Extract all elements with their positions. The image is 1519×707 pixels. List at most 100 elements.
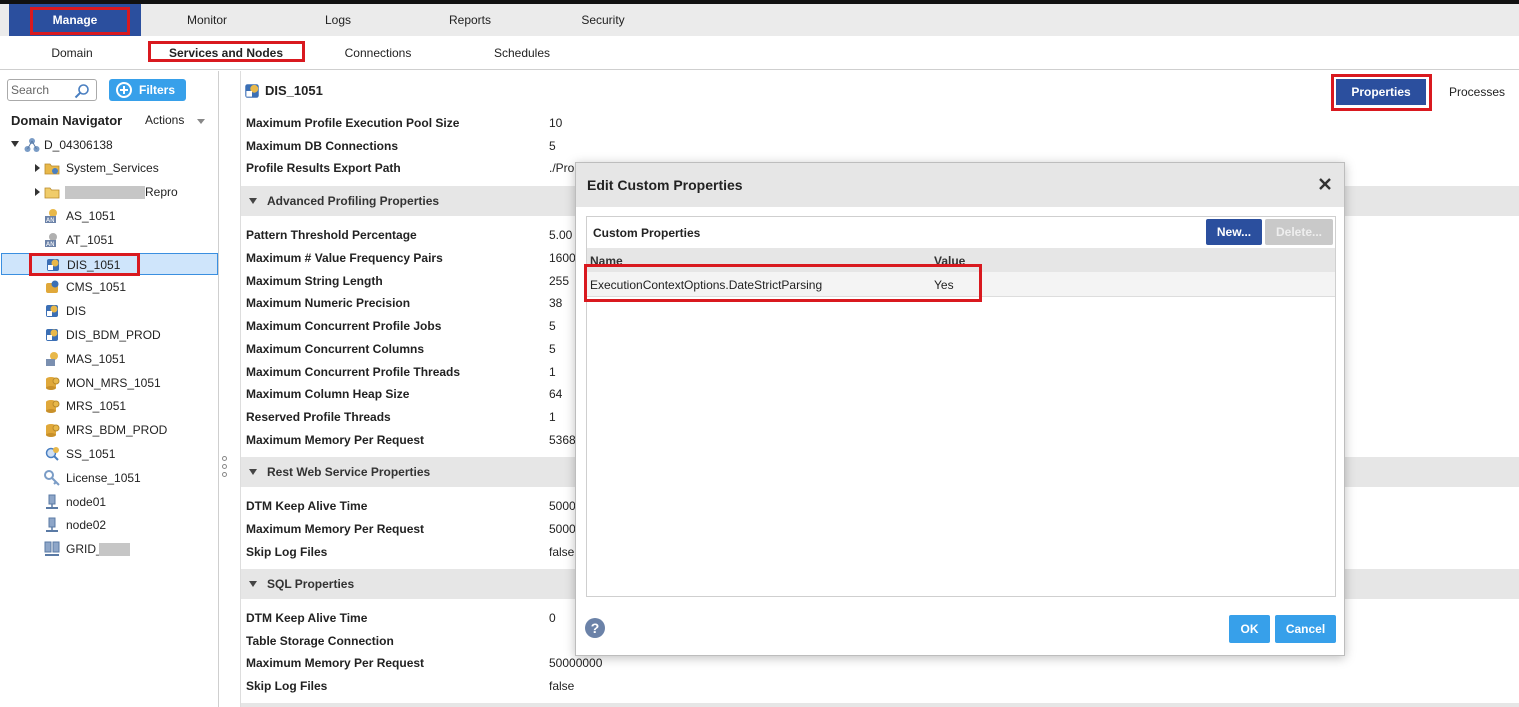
table-row[interactable]: ExecutionContextOptions.DateStrictParsin…	[587, 272, 1335, 297]
tree-item-dis-bdm-prod[interactable]: DIS_BDM_PROD	[0, 324, 219, 346]
tree-item-label: node02	[66, 518, 107, 532]
splitter-grip-dot	[222, 456, 227, 461]
column-header-name[interactable]: Name	[590, 254, 623, 268]
panel-title: Custom Properties	[593, 226, 701, 240]
tree-item-mrs-bdm-prod[interactable]: MRS_BDM_PROD	[0, 419, 219, 441]
property-name: Pattern Threshold Percentage	[246, 228, 417, 242]
property-name: Maximum Numeric Precision	[246, 296, 411, 310]
tree-item-node01[interactable]: node01	[0, 491, 219, 513]
property-name: Skip Log Files	[246, 679, 328, 693]
search-icon[interactable]	[74, 83, 90, 99]
close-icon[interactable]	[1318, 177, 1332, 191]
tree-item-license-1051[interactable]: License_1051	[0, 467, 219, 489]
tree-item-mon-mrs-1051[interactable]: MON_MRS_1051	[0, 372, 219, 394]
help-icon[interactable]: ?	[585, 618, 605, 638]
property-value: 10	[549, 116, 563, 130]
section-title: Advanced Profiling Properties	[267, 194, 440, 208]
property-value-cell: Yes	[934, 278, 954, 292]
tree-item-as-1051[interactable]: AN AS_1051	[0, 205, 219, 227]
sub-nav-bar: Domain Services and Nodes Connections Sc…	[0, 36, 1519, 70]
topnav-reports[interactable]: Reports	[405, 4, 535, 36]
property-value: 1	[549, 365, 556, 379]
property-value: 5368	[549, 433, 576, 447]
content-management-service-icon	[46, 280, 59, 293]
grid-icon	[44, 541, 60, 556]
svg-text:AN: AN	[46, 241, 55, 248]
property-value: 5	[549, 342, 556, 356]
redacted-text	[65, 186, 145, 199]
collapse-caret-icon	[249, 581, 257, 587]
delete-button[interactable]: Delete...	[1265, 219, 1333, 245]
tree-item-mrs-1051[interactable]: MRS_1051	[0, 395, 219, 417]
property-name: Maximum Profile Execution Pool Size	[246, 116, 460, 130]
new-button[interactable]: New...	[1206, 219, 1262, 245]
property-name: Table Storage Connection	[246, 634, 394, 648]
property-value: false	[549, 679, 575, 693]
top-nav-bar: Manage Monitor Logs Reports Security	[0, 4, 1519, 36]
property-value: 5000	[549, 522, 576, 536]
tab-processes[interactable]: Processes	[1449, 79, 1505, 105]
model-repository-service-icon	[46, 377, 60, 390]
tree-item-label: Repro	[145, 185, 178, 199]
property-value: ./Pro	[549, 161, 575, 175]
property-value: 5000	[549, 499, 576, 513]
tree-item-label: System_Services	[66, 161, 159, 175]
data-integration-service-icon	[47, 259, 59, 271]
tree-item-dis-1051[interactable]: DIS_1051	[1, 253, 218, 275]
dialog-title: Edit Custom Properties	[587, 177, 743, 193]
tab-properties[interactable]: Properties	[1336, 79, 1426, 105]
tree-item-grid[interactable]: GRID_	[0, 538, 219, 560]
tree-item-mas-1051[interactable]: MAS_1051	[0, 348, 219, 370]
subnav-schedules[interactable]: Schedules	[478, 36, 566, 70]
actions-menu-button[interactable]: Actions	[145, 113, 184, 127]
property-value: 38	[549, 296, 563, 310]
collapse-caret-icon	[249, 198, 257, 204]
tree-item-label: License_1051	[66, 471, 141, 485]
property-row: Maximum Profile Execution Pool Size 10	[246, 112, 1516, 134]
tree-item-domain[interactable]: D_04306138	[0, 134, 219, 156]
tree-item-repro-folder[interactable]: Repro	[0, 181, 219, 203]
subnav-domain[interactable]: Domain	[27, 36, 117, 70]
topnav-manage[interactable]: Manage	[9, 4, 141, 36]
analyst-service-icon: AN	[45, 209, 57, 224]
subnav-services-and-nodes[interactable]: Services and Nodes	[150, 36, 302, 70]
chevron-down-icon[interactable]	[197, 119, 205, 124]
subnav-connections[interactable]: Connections	[330, 36, 426, 70]
pane-splitter[interactable]	[219, 71, 241, 707]
column-header-value[interactable]: Value	[934, 254, 965, 268]
topnav-logs[interactable]: Logs	[273, 4, 403, 36]
data-integration-service-icon	[46, 305, 58, 317]
ok-button[interactable]: OK	[1229, 615, 1270, 643]
tree-item-node02[interactable]: node02	[0, 514, 219, 536]
search-input[interactable]	[11, 82, 73, 98]
cancel-button[interactable]: Cancel	[1275, 615, 1336, 643]
tree-item-system-services[interactable]: System_Services	[0, 157, 219, 179]
tree-item-label: SS_1051	[66, 447, 116, 461]
tree-item-dis[interactable]: DIS	[0, 300, 219, 322]
property-name: Maximum Memory Per Request	[246, 522, 425, 536]
property-row: Skip Log Files false	[246, 675, 1516, 697]
license-key-icon	[44, 470, 60, 486]
tree-item-label: MRS_BDM_PROD	[66, 423, 168, 437]
expand-caret-icon[interactable]	[35, 164, 40, 172]
topnav-monitor[interactable]: Monitor	[142, 4, 272, 36]
service-title: DIS_1051	[265, 83, 323, 98]
section-footer-strip	[241, 703, 1519, 707]
topnav-security[interactable]: Security	[538, 4, 668, 36]
tree-item-label: MON_MRS_1051	[66, 376, 161, 390]
dialog-header: Edit Custom Properties	[576, 163, 1344, 207]
property-value: 0	[549, 611, 556, 625]
tree-item-cms-1051[interactable]: CMS_1051	[0, 276, 219, 298]
search-service-icon	[45, 447, 59, 461]
property-name: DTM Keep Alive Time	[246, 611, 368, 625]
folder-icon	[44, 187, 60, 199]
tree-item-ss-1051[interactable]: SS_1051	[0, 443, 219, 465]
expand-caret-icon[interactable]	[35, 188, 40, 196]
filters-button[interactable]: Filters	[109, 79, 186, 101]
expand-caret-icon[interactable]	[11, 141, 19, 147]
property-value: false	[549, 545, 575, 559]
tree-item-label: node01	[66, 495, 107, 509]
property-row: Maximum DB Connections 5	[246, 135, 1516, 157]
tree-item-at-1051[interactable]: AN AT_1051	[0, 229, 219, 251]
section-title: Rest Web Service Properties	[267, 465, 431, 479]
